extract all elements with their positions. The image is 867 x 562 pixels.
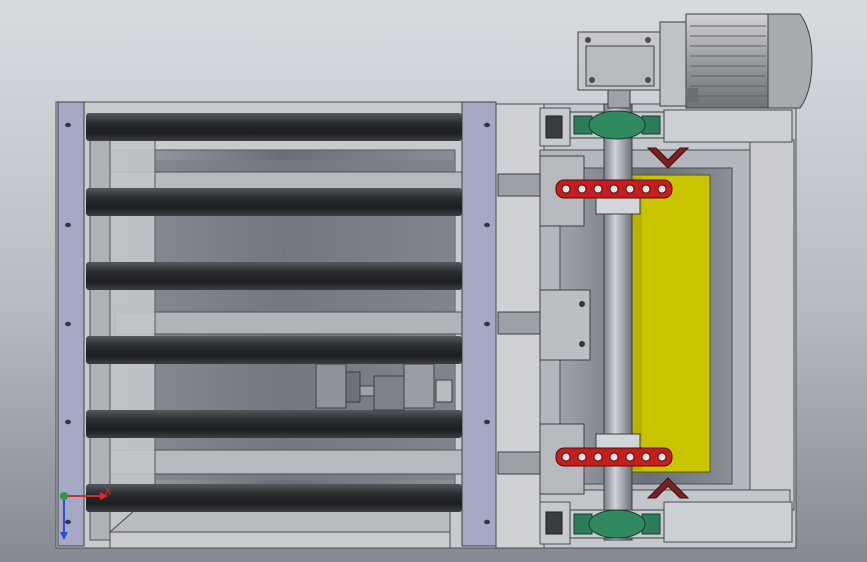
idler-bottom <box>545 511 563 535</box>
bearing-top <box>569 110 665 140</box>
sprocket-chain-top <box>555 179 673 199</box>
roller-2 <box>86 188 462 216</box>
roller-1 <box>86 113 462 141</box>
idler-top <box>545 115 563 139</box>
roller-3 <box>86 262 462 290</box>
drive-shaft <box>603 103 633 541</box>
cad-viewport[interactable]: X <box>0 0 867 562</box>
left-side-plate <box>57 101 85 547</box>
roller-4 <box>86 336 462 364</box>
bearing-bottom <box>569 509 665 539</box>
assembly-drawing <box>0 0 867 562</box>
sprocket-chain-bottom <box>555 447 673 467</box>
z-axis-origin-icon <box>60 492 68 500</box>
x-axis-label: X <box>104 485 112 498</box>
roller-5 <box>86 410 462 438</box>
roller-frame <box>55 101 497 549</box>
electric-motor <box>659 13 813 109</box>
right-side-plate <box>461 101 497 547</box>
roller-6 <box>86 484 462 512</box>
